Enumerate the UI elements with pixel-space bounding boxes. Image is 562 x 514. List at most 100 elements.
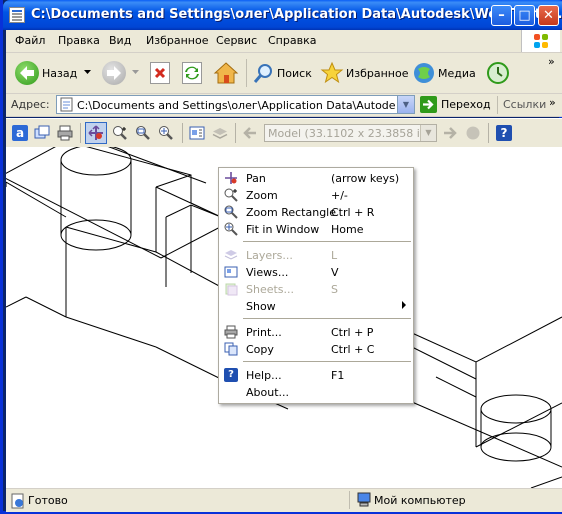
viewer-toolbar: a Model (33.1102 x 23.3858 in) ▼ ? [6, 118, 562, 148]
media-label[interactable]: Медиа [438, 67, 476, 80]
home-button[interactable] [213, 60, 239, 89]
menu-tools[interactable]: Сервис [216, 34, 257, 47]
pan-tool-button[interactable] [85, 122, 107, 144]
next-sheet-icon[interactable] [442, 125, 458, 141]
zoom-rectangle-icon[interactable] [135, 125, 151, 141]
back-dropdown-icon[interactable] [84, 70, 91, 75]
address-input[interactable]: C:\Documents and Settings\олег\Applicati… [56, 95, 415, 114]
menu-item-shortcut: (arrow keys) [331, 172, 400, 185]
menu-item-label: Layers... [246, 249, 293, 262]
pan-icon [88, 125, 103, 140]
menu-item-shortcut: S [331, 283, 338, 296]
menu-item-about[interactable]: About... [219, 384, 413, 401]
menu-file[interactable]: Файл [15, 34, 45, 47]
views-icon[interactable] [189, 125, 205, 141]
minimize-button[interactable]: – [491, 5, 512, 26]
refresh-icon [185, 66, 199, 80]
my-computer-icon [357, 492, 371, 507]
favorites-button[interactable] [320, 61, 344, 88]
links-overflow[interactable]: » [549, 96, 556, 109]
search-label[interactable]: Поиск [277, 67, 312, 80]
go-arrow-icon [423, 99, 434, 110]
history-icon [487, 62, 509, 84]
forward-arrow-icon [107, 66, 121, 80]
favorites-label[interactable]: Избранное [346, 67, 408, 80]
menu-item-help[interactable]: ? Help... F1 [219, 367, 413, 384]
submenu-arrow-icon [402, 301, 406, 309]
stop-button[interactable] [150, 62, 170, 84]
menu-item-label: Fit in Window [246, 223, 320, 236]
menu-item-zoom[interactable]: Zoom +/- [219, 187, 413, 204]
maximize-button[interactable]: □ [514, 5, 535, 26]
close-button[interactable]: ✕ [538, 5, 559, 26]
model-select[interactable]: Model (33.1102 x 23.3858 in) ▼ [264, 124, 437, 142]
zoom-rectangle-icon [224, 205, 238, 219]
go-label[interactable]: Переход [441, 98, 491, 111]
zoom-icon [224, 188, 238, 202]
zoom-icon[interactable] [112, 125, 128, 141]
menu-view[interactable]: Вид [109, 34, 131, 47]
menu-item-fit-in-window[interactable]: Fit in Window Home [219, 221, 413, 238]
menu-item-shortcut: L [331, 249, 338, 262]
print-icon[interactable] [57, 125, 73, 141]
menu-favorites[interactable]: Избранное [146, 34, 208, 47]
menu-help[interactable]: Справка [268, 34, 316, 47]
media-icon [414, 63, 434, 83]
back-label[interactable]: Назад [42, 67, 77, 80]
menu-separator [243, 318, 411, 319]
autodesk-a-icon[interactable]: a [12, 125, 28, 141]
status-bar: Готово Мой компьютер [6, 488, 562, 512]
context-menu: Pan (arrow keys) Zoom +/- Zoom Rectangle… [218, 167, 414, 404]
previous-sheet-icon[interactable] [242, 125, 258, 141]
menu-item-views[interactable]: Views... V [219, 264, 413, 281]
links-label[interactable]: Ссылки [503, 98, 546, 111]
model-dropdown-button[interactable]: ▼ [420, 125, 436, 141]
media-button[interactable] [412, 61, 436, 88]
menu-item-shortcut: Home [331, 223, 364, 236]
print-icon [224, 325, 238, 339]
windows-icon[interactable] [34, 125, 50, 141]
page-status-icon [11, 493, 24, 509]
viewer-separator [182, 123, 183, 143]
window-title: C:\Documents and Settings\олег\Applicati… [31, 7, 562, 22]
menu-item-sheets: Sheets... S [219, 281, 413, 298]
menu-item-label: Print... [246, 326, 282, 339]
menu-item-pan[interactable]: Pan (arrow keys) [219, 170, 413, 187]
menu-edit[interactable]: Правка [58, 34, 100, 47]
layers-icon[interactable] [212, 125, 228, 141]
menu-item-shortcut: Ctrl + R [331, 206, 375, 219]
address-dropdown-button[interactable]: ▼ [397, 96, 414, 113]
menu-item-label: Sheets... [246, 283, 295, 296]
views-icon [224, 266, 238, 278]
sheets-icon [225, 283, 238, 296]
history-button[interactable] [486, 61, 510, 88]
menu-item-print[interactable]: Print... Ctrl + P [219, 324, 413, 341]
menu-item-label: Help... [246, 369, 282, 382]
forward-button[interactable] [102, 61, 126, 85]
fit-window-icon[interactable] [158, 125, 174, 141]
stop-loading-icon[interactable] [465, 125, 481, 141]
menu-item-zoom-rectangle[interactable]: Zoom Rectangle Ctrl + R [219, 204, 413, 221]
menu-item-shortcut: F1 [331, 369, 345, 382]
menu-item-layers: Layers... L [219, 247, 413, 264]
viewer-separator [488, 123, 489, 143]
menu-item-label: Pan [246, 172, 266, 185]
menu-item-show[interactable]: Show [219, 298, 413, 315]
refresh-button[interactable] [182, 62, 202, 84]
help-icon[interactable]: ? [496, 125, 512, 141]
title-bar[interactable]: C:\Documents and Settings\олег\Applicati… [3, 0, 562, 30]
page-icon [60, 97, 73, 112]
address-separator [497, 96, 498, 114]
viewer-separator [235, 123, 236, 143]
menu-item-label: Show [246, 300, 276, 313]
viewer-separator [80, 123, 81, 143]
back-button[interactable] [15, 61, 39, 85]
menu-item-copy[interactable]: Copy Ctrl + C [219, 341, 413, 358]
search-button[interactable] [253, 62, 275, 87]
go-button[interactable] [420, 96, 437, 113]
menu-item-shortcut: Ctrl + C [331, 343, 375, 356]
windows-logo-icon [521, 30, 560, 52]
toolbar-overflow[interactable]: » [548, 55, 555, 68]
status-text: Готово [28, 494, 68, 507]
forward-dropdown-icon[interactable] [132, 70, 139, 75]
